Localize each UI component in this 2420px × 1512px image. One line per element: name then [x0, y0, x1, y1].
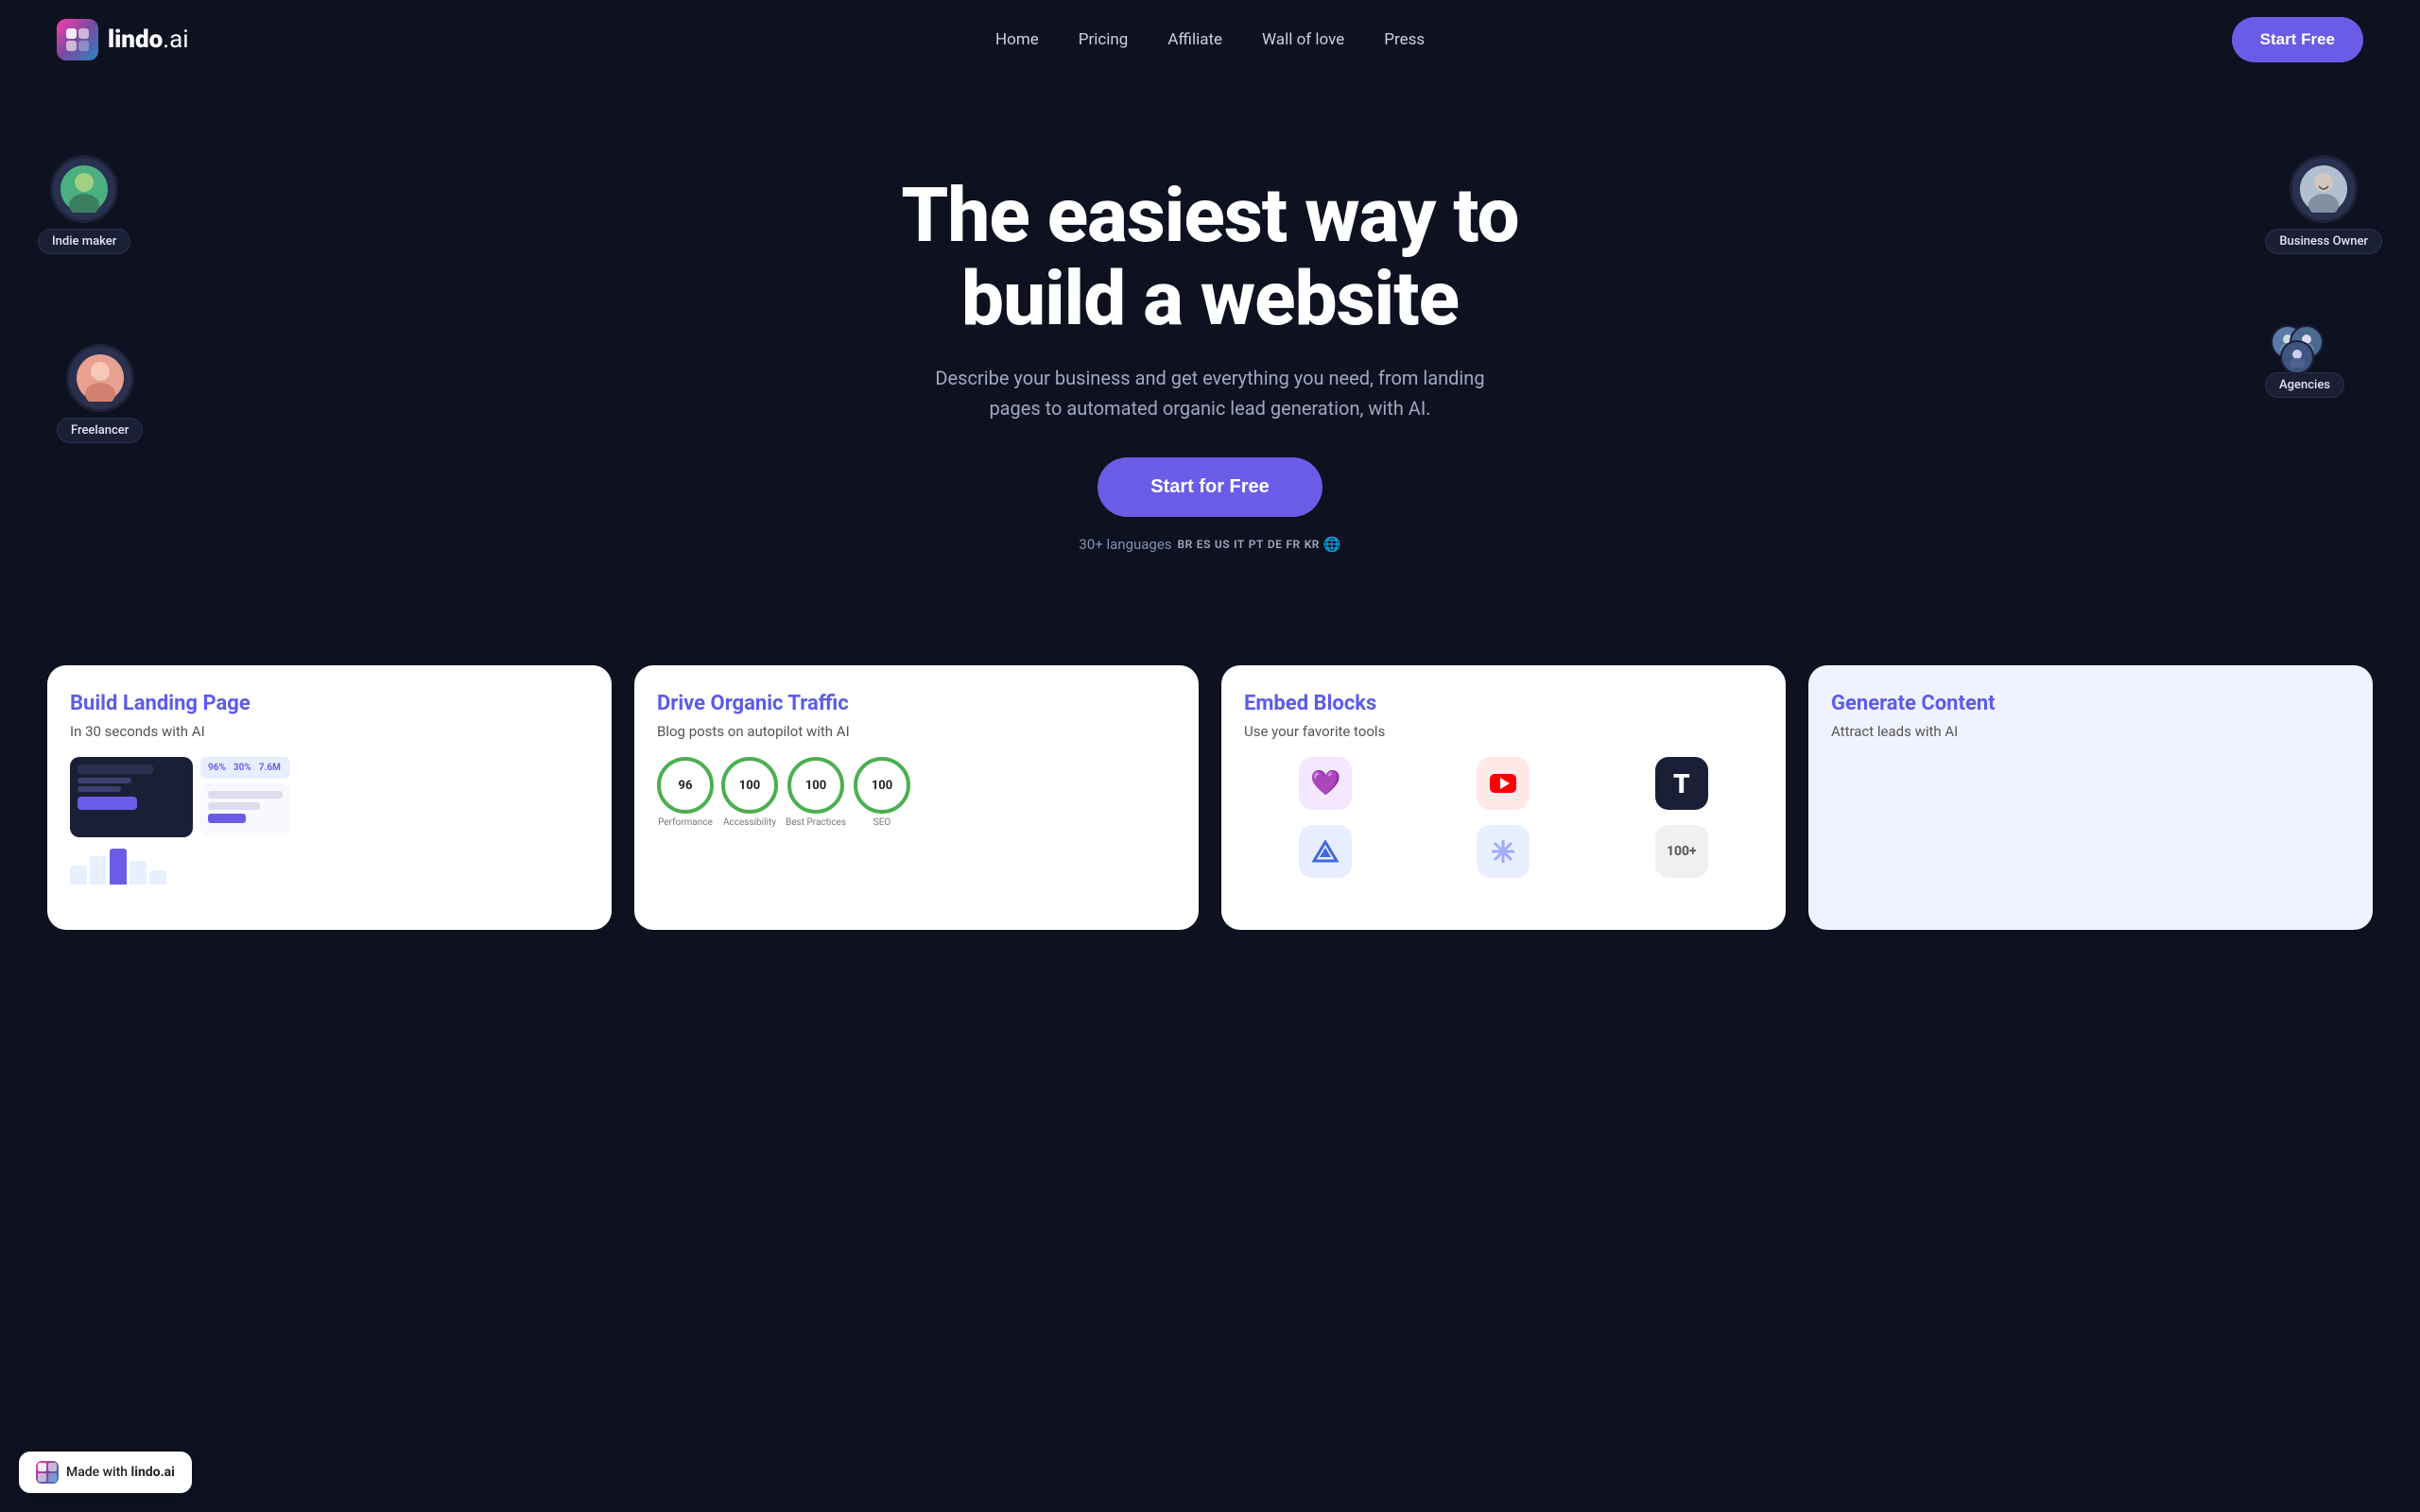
float-badge-business-owner: Business Owner	[2265, 155, 2382, 254]
lang-kr: KR	[1305, 538, 1320, 551]
embed-icons-grid: 💜 T	[1244, 757, 1763, 878]
nav-item-wall-of-love[interactable]: Wall of love	[1262, 30, 1344, 49]
lang-it: IT	[1234, 538, 1245, 551]
lang-de: DE	[1268, 538, 1283, 551]
embed-card-title: Embed Blocks	[1244, 692, 1763, 715]
nav-item-affiliate[interactable]: Affiliate	[1167, 30, 1222, 49]
lang-br: BR	[1178, 538, 1193, 551]
made-with-text: Made with lindo.ai	[66, 1465, 175, 1480]
score-circle-acc: 100	[721, 757, 778, 814]
score-best-practices: 100 Best Practices	[786, 757, 846, 828]
logo-text: lindo.ai	[108, 26, 189, 54]
landing-card-title: Build Landing Page	[70, 692, 589, 715]
score-circle-perf: 96	[657, 757, 714, 814]
lang-pt: PT	[1249, 538, 1264, 551]
lang-badges: BR ES US IT PT DE FR KR 🌐	[1178, 536, 1341, 553]
traffic-card-title: Drive Organic Traffic	[657, 692, 1176, 715]
traffic-card-subtitle: Blog posts on autopilot with AI	[657, 723, 1176, 740]
generate-card-title: Generate Content	[1831, 692, 2350, 715]
hero-section: Indie maker Freelancer Business Owner	[0, 79, 2420, 627]
embed-icon-text: T	[1655, 757, 1708, 810]
feature-card-landing: Build Landing Page In 30 seconds with AI…	[47, 665, 612, 930]
generate-card-subtitle: Attract leads with AI	[1831, 723, 2350, 740]
logo-icon	[57, 19, 98, 60]
embed-icon-heart: 💜	[1299, 757, 1352, 810]
feature-card-embed: Embed Blocks Use your favorite tools 💜 T	[1221, 665, 1786, 930]
feature-card-traffic: Drive Organic Traffic Blog posts on auto…	[634, 665, 1199, 930]
score-performance: 96 Performance	[657, 757, 714, 828]
landing-card-subtitle: In 30 seconds with AI	[70, 723, 589, 740]
agencies-avatars	[2271, 325, 2339, 367]
lang-es: ES	[1197, 538, 1211, 551]
hero-subtitle: Describe your business and get everythin…	[926, 363, 1494, 423]
landing-preview: 96% 30% 7.6M	[70, 757, 589, 837]
freelancer-label: Freelancer	[57, 418, 143, 443]
languages-prefix: 30+ languages	[1079, 536, 1171, 553]
embed-card-subtitle: Use your favorite tools	[1244, 723, 1763, 740]
nav-item-pricing[interactable]: Pricing	[1079, 30, 1129, 49]
nav-links: Home Pricing Affiliate Wall of love Pres…	[995, 30, 1425, 49]
float-badge-agencies: Agencies	[2265, 325, 2344, 398]
score-seo: 100 SEO	[854, 757, 910, 828]
score-circle-bp: 100	[787, 757, 844, 814]
traffic-scores: 96 Performance 100 Accessibility 100 Bes…	[657, 757, 1176, 828]
lang-us: US	[1215, 538, 1230, 551]
indie-maker-label: Indie maker	[38, 229, 130, 254]
embed-icon-vue	[1299, 825, 1352, 878]
score-accessibility: 100 Accessibility	[721, 757, 778, 828]
nav-cta-button[interactable]: Start Free	[2232, 17, 2363, 62]
hero-cta-button[interactable]: Start for Free	[1098, 457, 1322, 517]
logo[interactable]: lindo.ai	[57, 19, 189, 60]
navbar: lindo.ai Home Pricing Affiliate Wall of …	[0, 0, 2420, 79]
embed-icon-more: 100+	[1655, 825, 1708, 878]
lang-fr: FR	[1286, 538, 1300, 551]
hero-title: The easiest way to build a website	[832, 174, 1588, 340]
embed-icon-asterisk	[1477, 825, 1530, 878]
made-with-badge[interactable]: Made with lindo.ai	[19, 1452, 192, 1493]
hero-languages: 30+ languages BR ES US IT PT DE FR KR 🌐	[1079, 536, 1340, 553]
embed-icon-youtube	[1477, 757, 1530, 810]
nav-item-home[interactable]: Home	[995, 30, 1039, 49]
float-badge-freelancer: Freelancer	[57, 344, 143, 443]
business-owner-avatar	[2290, 155, 2358, 223]
business-owner-label: Business Owner	[2265, 229, 2382, 254]
indie-maker-avatar	[50, 155, 118, 223]
nav-item-press[interactable]: Press	[1384, 30, 1425, 49]
globe-icon: 🌐	[1323, 536, 1341, 553]
features-section: Build Landing Page In 30 seconds with AI…	[0, 627, 2420, 968]
score-circle-seo: 100	[854, 757, 910, 814]
agencies-label: Agencies	[2265, 372, 2344, 398]
made-with-logo-icon	[36, 1461, 59, 1484]
freelancer-avatar	[66, 344, 134, 412]
feature-card-generate: Generate Content Attract leads with AI	[1808, 665, 2373, 930]
float-badge-indie-maker: Indie maker	[38, 155, 130, 254]
